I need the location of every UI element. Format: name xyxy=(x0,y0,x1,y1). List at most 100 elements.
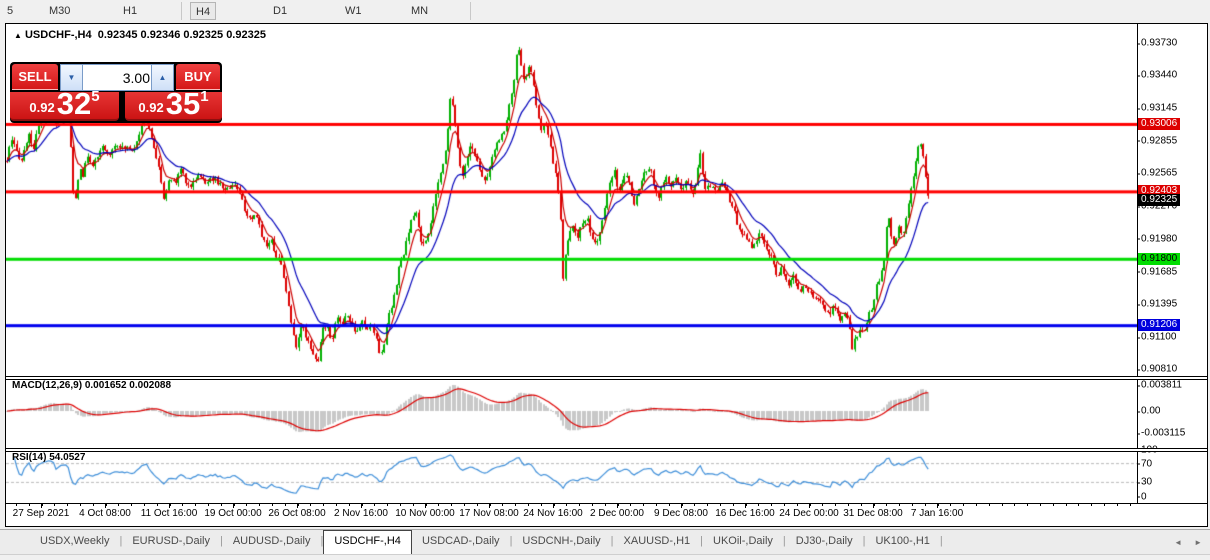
time-axis-minor-tick xyxy=(54,504,55,506)
time-axis-minor-tick xyxy=(170,504,171,506)
time-axis-minor-tick xyxy=(310,504,311,506)
toolbar-separator xyxy=(470,2,471,20)
timeframe-button-h1[interactable]: H1 xyxy=(118,2,142,20)
tab-eurusd-daily[interactable]: EURUSD-,Daily xyxy=(122,530,220,554)
buy-price-prefix: 0.92 xyxy=(138,100,164,115)
timeframe-button-m30[interactable]: M30 xyxy=(44,2,75,20)
time-axis-minor-tick xyxy=(131,504,132,506)
tab-uk100-h1[interactable]: UK100-,H1 xyxy=(865,530,939,554)
buy-price-big: 35 xyxy=(165,86,201,121)
time-axis-minor-tick xyxy=(605,504,606,506)
buy-price-display[interactable]: 0.92 35 1 xyxy=(125,86,222,121)
time-axis-minor-tick xyxy=(797,504,798,506)
time-axis-minor-tick xyxy=(874,504,875,506)
time-axis-label: 7 Jan 16:00 xyxy=(910,508,964,519)
one-click-trading-panel: SELL ▼ ▲ BUY 0.92325 0.92351 xyxy=(10,62,222,123)
timeframe-button-h4[interactable]: H4 xyxy=(190,2,217,20)
time-axis-minor-tick xyxy=(541,504,542,506)
price-axis-label: 0.93730 xyxy=(1136,37,1178,49)
time-axis-minor-tick xyxy=(938,504,939,506)
time-axis-minor-tick xyxy=(502,504,503,506)
time-axis-minor-tick xyxy=(413,504,414,506)
time-axis-minor-tick xyxy=(810,504,811,506)
time-axis-minor-tick xyxy=(438,504,439,506)
time-axis-label: 4 Oct 08:00 xyxy=(79,508,131,519)
time-axis-minor-tick xyxy=(950,504,951,506)
time-axis-minor-tick xyxy=(195,504,196,506)
chart-title: ▲ USDCHF-,H4 0.92345 0.92346 0.92325 0.9… xyxy=(14,29,266,41)
time-axis-minor-tick xyxy=(861,504,862,506)
time-axis-minor-tick xyxy=(362,504,363,506)
tab-xauusd-h1[interactable]: XAUUSD-,H1 xyxy=(614,530,701,554)
tab-scroll-left-icon[interactable]: ◄ xyxy=(1174,538,1182,547)
time-axis-minor-tick xyxy=(886,504,887,506)
tab-ukoil-daily[interactable]: UKOil-,Daily xyxy=(703,530,783,554)
time-axis-label: 11 Oct 16:00 xyxy=(140,508,198,519)
bottom-strip xyxy=(0,554,1210,560)
time-axis-minor-tick xyxy=(42,504,43,506)
price-axis-label: 0.91100 xyxy=(1136,331,1177,343)
tab-usdx-weekly[interactable]: USDX,Weekly xyxy=(30,530,119,554)
time-axis-minor-tick xyxy=(298,504,299,506)
time-axis-minor-tick xyxy=(643,504,644,506)
time-axis-minor-tick xyxy=(16,504,17,506)
time-axis-minor-tick xyxy=(221,504,222,506)
time-axis-label: 17 Nov 08:00 xyxy=(459,508,519,519)
time-axis-minor-tick xyxy=(1117,504,1118,506)
timeframe-button-5[interactable]: 5 xyxy=(2,2,18,20)
time-axis-minor-tick xyxy=(528,504,529,506)
time-axis-minor-tick xyxy=(387,504,388,506)
time-axis-minor-tick xyxy=(1014,504,1015,506)
rsi-axis-label: 70 xyxy=(1136,458,1153,470)
price-axis-label: 0.93440 xyxy=(1136,69,1178,81)
time-axis-minor-tick xyxy=(1040,504,1041,506)
time-axis-minor-tick xyxy=(963,504,964,506)
chart-ohlc: 0.92345 0.92346 0.92325 0.92325 xyxy=(97,29,266,41)
time-axis-minor-tick xyxy=(477,504,478,506)
time-axis-minor-tick xyxy=(592,504,593,506)
time-axis-minor-tick xyxy=(323,504,324,506)
tab-usdchf-h4[interactable]: USDCHF-,H4 xyxy=(323,530,412,554)
time-axis-minor-tick xyxy=(272,504,273,506)
time-axis-minor-tick xyxy=(182,504,183,506)
time-axis-minor-tick xyxy=(246,504,247,506)
price-axis-label: 0.93145 xyxy=(1136,102,1178,114)
sell-price-sup: 5 xyxy=(91,88,100,105)
time-axis-minor-tick xyxy=(1002,504,1003,506)
collapse-arrow-icon[interactable]: ▲ xyxy=(14,31,22,40)
macd-axis-label: 0.003811 xyxy=(1137,379,1182,391)
tab-audusd-daily[interactable]: AUDUSD-,Daily xyxy=(223,530,321,554)
time-axis-minor-tick xyxy=(899,504,900,506)
time-axis-label: 9 Dec 08:00 xyxy=(654,508,708,519)
price-axis-label: 0.92855 xyxy=(1136,135,1178,147)
time-axis-minor-tick xyxy=(707,504,708,506)
time-axis-minor-tick xyxy=(157,504,158,506)
time-axis-minor-tick xyxy=(1066,504,1067,506)
volume-input[interactable] xyxy=(84,65,150,90)
tab-separator: | xyxy=(939,535,943,547)
time-axis-minor-tick xyxy=(1053,504,1054,506)
time-axis-minor-tick xyxy=(1027,504,1028,506)
tab-usdcad-daily[interactable]: USDCAD-,Daily xyxy=(412,530,510,554)
macd-pane-separator[interactable] xyxy=(6,376,1207,380)
tab-usdcnh-daily[interactable]: USDCNH-,Daily xyxy=(512,530,610,554)
tab-scroll-right-icon[interactable]: ► xyxy=(1194,538,1202,547)
time-axis-label: 24 Nov 16:00 xyxy=(523,508,583,519)
sell-button[interactable]: SELL xyxy=(12,64,58,90)
time-axis-minor-tick xyxy=(234,504,235,506)
price-level-badge: 0.91206 xyxy=(1138,319,1181,332)
chart-symbol: USDCHF-,H4 xyxy=(24,29,92,41)
sell-price-display[interactable]: 0.92 32 5 xyxy=(10,88,119,121)
time-axis-minor-tick xyxy=(426,504,427,506)
timeframe-button-w1[interactable]: W1 xyxy=(340,2,367,20)
time-axis-minor-tick xyxy=(682,504,683,506)
time-axis-label: 16 Dec 16:00 xyxy=(715,508,775,519)
timeframe-button-d1[interactable]: D1 xyxy=(268,2,292,20)
tab-dj30-daily[interactable]: DJ30-,Daily xyxy=(786,530,863,554)
time-axis-minor-tick xyxy=(784,504,785,506)
rsi-axis-label: 30 xyxy=(1136,476,1153,488)
timeframe-button-mn[interactable]: MN xyxy=(406,2,433,20)
time-axis-label: 24 Dec 00:00 xyxy=(779,508,839,519)
rsi-pane-separator[interactable] xyxy=(6,448,1207,452)
time-axis-minor-tick xyxy=(554,504,555,506)
